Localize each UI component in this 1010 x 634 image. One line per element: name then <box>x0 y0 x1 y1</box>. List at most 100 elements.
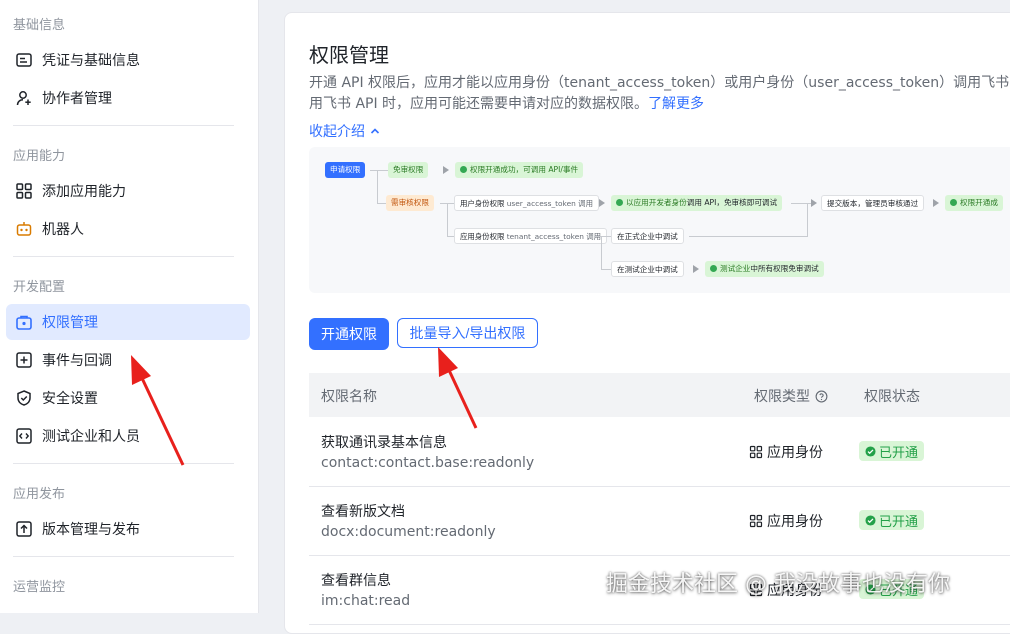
divider <box>13 256 234 257</box>
security-icon <box>14 388 34 408</box>
flow-connector <box>447 236 454 237</box>
flow-connector <box>601 269 611 270</box>
flow-connector <box>689 236 808 237</box>
permission-code: contact:contact.base:readonly <box>321 455 535 471</box>
permission-flow-diagram: 申请权限 免审权限 权限开通成功，可调用 API/事件 需审核权限 用户身份权限… <box>309 147 1010 293</box>
divider <box>13 556 234 557</box>
flow-connector <box>377 170 378 203</box>
flow-formal-org-debug: 在正式企业中调试 <box>611 228 684 244</box>
section-title-monitoring: 运营监控 <box>13 580 66 595</box>
column-header-type: 权限类型 <box>754 386 828 406</box>
sidebar-item-label: 测试企业和人员 <box>42 429 140 445</box>
section-title-release: 应用发布 <box>13 487 66 502</box>
collaborator-icon <box>14 88 34 108</box>
section-title-capabilities: 应用能力 <box>13 149 66 164</box>
sidebar-item-collaborators[interactable]: 协作者管理 <box>6 80 250 116</box>
sidebar-item-label: 权限管理 <box>42 315 98 331</box>
app-identity-icon <box>749 445 763 459</box>
column-header-status: 权限状态 <box>864 389 920 405</box>
status-badge: 已开通 <box>859 441 925 461</box>
sidebar-item-credentials[interactable]: 凭证与基础信息 <box>6 42 250 78</box>
learn-more-link[interactable]: 了解更多 <box>648 96 704 112</box>
sidebar-item-label: 添加应用能力 <box>42 184 126 200</box>
flow-connector <box>447 203 448 236</box>
flow-arrow <box>933 199 939 207</box>
divider <box>13 463 234 464</box>
permission-code: docx:document:readonly <box>321 524 496 540</box>
permission-name: 查看群信息 <box>321 573 391 589</box>
flow-connector <box>601 236 602 269</box>
sidebar-item-test-org[interactable]: 测试企业和人员 <box>6 418 250 454</box>
flow-connector <box>791 203 811 204</box>
check-icon <box>950 199 957 206</box>
check-icon <box>865 445 876 457</box>
sidebar-item-label: 版本管理与发布 <box>42 522 140 538</box>
table-row[interactable]: 查看新版文档 docx:document:readonly 应用身份 已开通 <box>309 487 1010 556</box>
sidebar-item-robot[interactable]: 机器人 <box>6 211 250 247</box>
section-title-basic-info: 基础信息 <box>13 18 66 33</box>
flow-connector <box>807 203 808 236</box>
test-org-icon <box>14 426 34 446</box>
sidebar-item-add-capability[interactable]: 添加应用能力 <box>6 173 250 209</box>
sidebar-item-security[interactable]: 安全设置 <box>6 380 250 416</box>
app-identity-icon <box>749 514 763 528</box>
sidebar-item-events[interactable]: 事件与回调 <box>6 342 250 378</box>
flow-user-result: 以应用开发者身份调用 API，免审核即可调试 <box>611 195 783 211</box>
status-badge: 已开通 <box>859 510 925 530</box>
sidebar: 基础信息 凭证与基础信息 协作者管理 应用能力 添加应用能力 机器人 开发配置 … <box>0 0 259 613</box>
flow-user-identity: 用户身份权限 user_access_token 调用 <box>454 195 599 211</box>
enable-permission-button[interactable]: 开通权限 <box>309 318 389 350</box>
permission-management-panel: 权限管理 开通 API 权限后，应用才能以应用身份（tenant_access_… <box>284 12 1010 634</box>
description-line-1: 开通 API 权限后，应用才能以应用身份（tenant_access_token… <box>309 75 1010 91</box>
robot-icon <box>14 219 34 239</box>
version-icon <box>14 519 34 539</box>
sidebar-item-label: 机器人 <box>42 222 84 238</box>
section-title-dev-config: 开发配置 <box>13 280 66 295</box>
sidebar-item-permissions[interactable]: 权限管理 <box>6 304 250 340</box>
sidebar-item-label: 凭证与基础信息 <box>42 53 140 69</box>
flow-test-result: 测试企业中所有权限免审调试 <box>705 261 824 277</box>
check-icon <box>865 514 876 526</box>
flow-connector <box>594 236 611 237</box>
flow-no-review-result: 权限开通成功，可调用 API/事件 <box>455 162 584 178</box>
permission-type: 应用身份 <box>749 442 823 462</box>
collapse-intro-toggle[interactable]: 收起介绍 <box>309 121 381 141</box>
flow-arrow <box>811 199 817 207</box>
flow-app-identity: 应用身份权限 tenant_access_token 调用 <box>454 228 608 244</box>
flow-submit-version: 提交版本，管理员审核通过 <box>821 195 925 211</box>
chevron-up-icon <box>370 128 380 134</box>
sidebar-item-label: 协作者管理 <box>42 91 112 107</box>
watermark: 掘金技术社区 @ 我没故事也没有你 <box>606 572 950 597</box>
flow-test-org-debug: 在测试企业中调试 <box>611 261 684 277</box>
permission-type: 应用身份 <box>749 511 823 531</box>
table-header: 权限名称 权限类型 权限状态 <box>309 373 1010 417</box>
check-icon <box>710 265 717 272</box>
page-title: 权限管理 <box>309 43 389 67</box>
permission-code: im:chat:read <box>321 593 411 609</box>
permission-icon <box>14 312 34 332</box>
divider <box>13 125 234 126</box>
sidebar-item-label: 事件与回调 <box>42 353 112 369</box>
permission-name: 获取通讯录基本信息 <box>321 435 447 451</box>
flow-need-review-permission: 需审核权限 <box>386 195 434 211</box>
flow-connector <box>377 203 386 204</box>
flow-final-result: 权限开通成 <box>945 195 1003 211</box>
event-icon <box>14 350 34 370</box>
flow-arrow <box>693 265 699 273</box>
flow-connector <box>370 170 388 171</box>
column-header-name: 权限名称 <box>321 389 377 405</box>
description-line-2: 用飞书 API 时，应用可能还需要申请对应的数据权限。 <box>309 96 649 112</box>
check-icon <box>616 199 623 206</box>
help-icon[interactable] <box>815 390 828 403</box>
collapse-label: 收起介绍 <box>309 124 365 140</box>
permission-name: 查看新版文档 <box>321 504 405 520</box>
flow-arrow <box>599 199 605 207</box>
table-row[interactable]: 获取通讯录基本信息 contact:contact.base:readonly … <box>309 418 1010 487</box>
flow-arrow <box>443 166 449 174</box>
flow-no-review-permission: 免审权限 <box>388 162 429 178</box>
batch-import-export-button[interactable]: 批量导入/导出权限 <box>397 318 538 348</box>
page-description: 开通 API 权限后，应用才能以应用身份（tenant_access_token… <box>309 73 1010 115</box>
credential-icon <box>14 50 34 70</box>
sidebar-item-versions[interactable]: 版本管理与发布 <box>6 511 250 547</box>
check-icon <box>460 166 467 173</box>
